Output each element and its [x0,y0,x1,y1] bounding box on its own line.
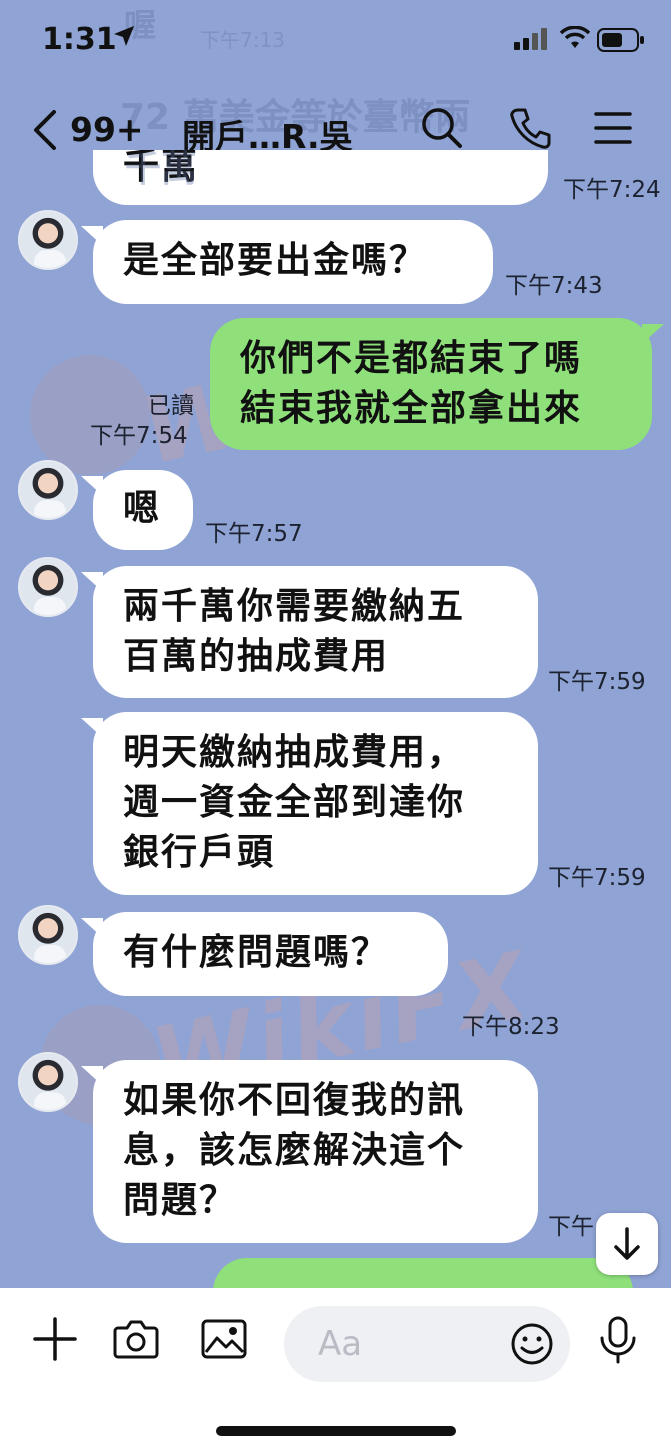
message-time: 下午7:59 [548,865,646,891]
message-time: 下午7:54 [90,423,188,449]
message-text: 兩千萬你需要繳納五 [123,586,466,627]
camera-icon[interactable] [112,1316,160,1362]
avatar[interactable] [18,210,78,270]
message-bubble[interactable]: 有什麼問題嗎？ [81,912,448,996]
message-input-bar: Aa [0,1288,671,1452]
input-placeholder: Aa [318,1324,363,1364]
arrow-down-icon [614,1227,640,1260]
avatar[interactable] [18,1052,78,1112]
signal-icon [514,28,547,50]
status-time: 1:31 [42,22,117,57]
message-text: 銀行戶頭 [123,832,276,873]
message-bubble[interactable]: 明天繳納抽成費用， 週一資金全部到達你 銀行戶頭 [81,712,538,895]
image-icon[interactable] [200,1316,248,1362]
message-time: 下午7:24 [563,177,661,203]
microphone-icon[interactable] [598,1316,638,1364]
search-icon[interactable] [420,106,464,150]
read-receipt: 已讀 [148,393,194,419]
message-text: 週一資金全部到達你 [123,782,466,823]
message-time: 下午7:57 [205,521,303,547]
scroll-to-bottom-button[interactable] [596,1213,658,1275]
avatar[interactable] [18,905,78,965]
message-time: 下午 [548,1214,594,1240]
location-arrow-icon [114,26,134,46]
message-text: 嗯 [123,488,162,529]
message-time: 下午7:43 [505,273,603,299]
back-chevron-icon[interactable] [30,108,60,152]
message-text: 息，該怎麼解決這个 [123,1130,466,1171]
message-text: 百萬的抽成費用 [123,636,390,677]
battery-icon [597,28,644,52]
emoji-icon[interactable] [510,1322,554,1366]
message-text: 是全部要出金嗎？ [123,240,428,281]
message-bubble[interactable]: 是全部要出金嗎？ [81,220,493,304]
home-indicator [216,1426,456,1436]
avatar[interactable] [18,460,78,520]
menu-icon[interactable] [594,106,632,150]
ghost-message-line: 千萬 [125,149,198,190]
message-text: 明天繳納抽成費用， [123,732,466,773]
message-input[interactable]: Aa [284,1306,570,1382]
message-bubble-outgoing[interactable]: 你們不是都結束了嗎 結束我就全部拿出來 [210,318,664,450]
message-text: 有什麼問題嗎？ [123,932,390,973]
ghost-time-top: 下午7:13 [200,28,285,52]
message-time: 下午8:23 [462,1014,560,1040]
message-bubble[interactable]: 兩千萬你需要繳納五 百萬的抽成費用 [81,566,538,698]
status-bar: 喔 下午7:13 1:31 [0,0,671,80]
wifi-icon [560,26,590,48]
message-text: 你們不是都結束了嗎 [240,338,583,379]
watermark-logo [30,355,150,475]
message-text: 如果你不回復我的訊 [123,1080,466,1121]
message-bubble[interactable]: 嗯 [81,470,193,550]
phone-icon[interactable] [508,106,552,150]
message-text: 問題？ [123,1180,238,1221]
avatar[interactable] [18,557,78,617]
message-bubble[interactable]: 如果你不回復我的訊 息，該怎麼解決這个 問題？ [81,1060,538,1243]
plus-icon[interactable] [32,1316,78,1362]
message-time: 下午7:59 [548,669,646,695]
message-text: 結束我就全部拿出來 [240,388,583,429]
